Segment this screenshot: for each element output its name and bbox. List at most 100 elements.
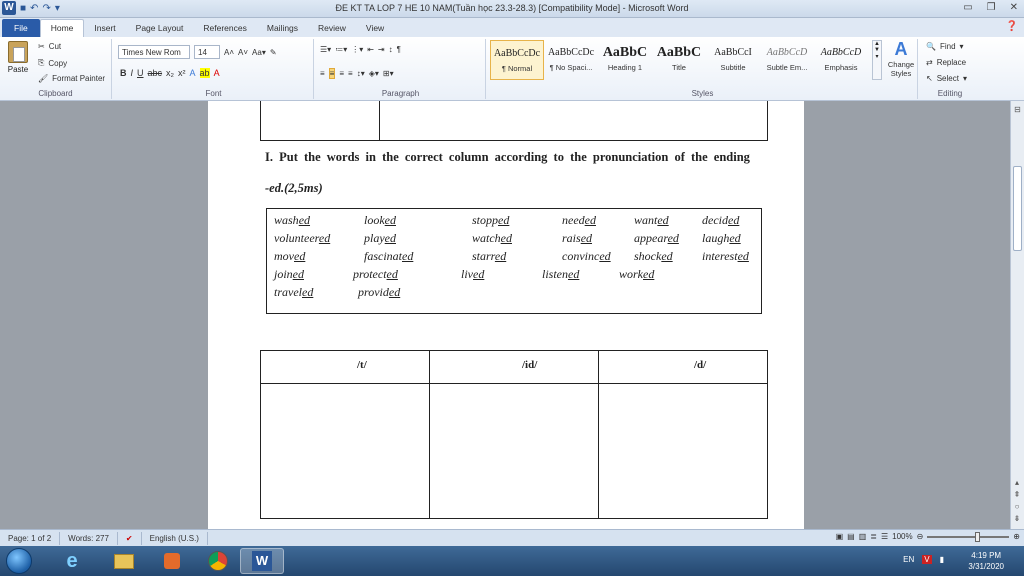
strikethrough-icon[interactable]: abc: [148, 68, 163, 78]
spelling-icon[interactable]: ✔: [118, 531, 142, 545]
zoom-out-icon[interactable]: ⊖: [917, 532, 924, 541]
align-center-icon[interactable]: ≡: [328, 68, 336, 79]
tab-file[interactable]: File: [2, 19, 40, 37]
shrink-font-icon[interactable]: A˅: [238, 48, 248, 57]
underline-icon[interactable]: U: [137, 68, 144, 78]
change-styles-button[interactable]: A Change Styles: [884, 39, 918, 78]
network-icon[interactable]: ▮: [940, 555, 944, 564]
zoom-slider-knob[interactable]: [975, 531, 981, 542]
sort-icon[interactable]: ↕: [389, 45, 393, 54]
select-button[interactable]: ↖ Select ▾: [926, 74, 967, 83]
chrome-icon[interactable]: [196, 548, 240, 574]
tab-home[interactable]: Home: [39, 19, 85, 37]
style-normal[interactable]: AaBbCcDc ¶ Normal: [490, 40, 544, 80]
numbering-icon[interactable]: ≔▾: [335, 45, 347, 54]
document-page[interactable]: I. Put the words in the correct column a…: [208, 101, 804, 529]
t-column-cell[interactable]: [261, 385, 429, 518]
format-painter-label: Format Painter: [52, 74, 106, 83]
find-button[interactable]: 🔍 Find ▾: [926, 42, 964, 51]
zoom-slider[interactable]: [927, 531, 1010, 542]
zoom-level[interactable]: 100%: [892, 532, 912, 541]
align-right-icon[interactable]: ≡: [339, 69, 344, 78]
tab-view[interactable]: View: [356, 20, 394, 37]
bold-icon[interactable]: B: [120, 68, 127, 78]
change-case-icon[interactable]: Aa▾: [252, 48, 266, 57]
style-no-spacing[interactable]: AaBbCcDc ¶ No Spaci...: [544, 40, 598, 80]
tab-page-layout[interactable]: Page Layout: [126, 20, 194, 37]
view-draft-icon[interactable]: ☰: [881, 532, 888, 541]
scroll-up-icon[interactable]: ▴: [1012, 477, 1022, 489]
tab-references[interactable]: References: [193, 20, 256, 37]
internet-explorer-icon[interactable]: e: [50, 548, 94, 574]
superscript-icon[interactable]: x²: [178, 68, 186, 78]
italic-icon[interactable]: I: [131, 68, 134, 78]
multilevel-list-icon[interactable]: ⋮▾: [351, 45, 363, 54]
font-size-combo[interactable]: 14: [194, 45, 220, 59]
vertical-scrollbar[interactable]: ⊟: [1010, 101, 1024, 529]
justify-icon[interactable]: ≡: [348, 69, 353, 78]
view-outline-icon[interactable]: ≣: [870, 532, 877, 541]
system-tray: EN V ▮: [903, 555, 944, 564]
styles-scroll[interactable]: ▲ ▼ ▾: [872, 40, 882, 80]
style-subtitle[interactable]: AaBbCcI Subtitle: [706, 40, 760, 80]
word-count[interactable]: Words: 277: [60, 531, 118, 545]
clear-formatting-icon[interactable]: ✎: [270, 48, 277, 57]
style-name: ¶ Normal: [501, 64, 533, 73]
view-print-layout-icon[interactable]: ▣: [836, 532, 844, 541]
style-subtle-emphasis[interactable]: AaBbCcD Subtle Em...: [760, 40, 814, 80]
prev-page-icon[interactable]: ⇞: [1012, 489, 1022, 501]
word-item: played: [364, 231, 396, 245]
word-item: lived: [461, 267, 485, 281]
line-spacing-icon[interactable]: ↕▾: [357, 69, 365, 78]
font-name-combo[interactable]: Times New Rom: [118, 45, 190, 59]
style-title[interactable]: AaBbC Title: [652, 40, 706, 80]
grow-font-icon[interactable]: A˄: [224, 48, 234, 57]
word-taskbar-icon[interactable]: W: [240, 548, 284, 574]
close-icon[interactable]: ✕: [1010, 2, 1018, 13]
page-count[interactable]: Page: 1 of 2: [0, 531, 61, 545]
font-color-icon[interactable]: A: [214, 68, 220, 78]
replace-button[interactable]: ⇄ Replace: [926, 58, 966, 67]
tab-mailings[interactable]: Mailings: [257, 20, 308, 37]
align-left-icon[interactable]: ≡: [320, 69, 325, 78]
style-sample: AaBbCcD: [820, 47, 862, 58]
scrollbar-thumb[interactable]: [1013, 166, 1022, 251]
shading-icon[interactable]: ◈▾: [369, 69, 379, 78]
language-indicator[interactable]: English (U.S.): [142, 531, 208, 545]
ruler-toggle-icon[interactable]: ⊟: [1011, 105, 1024, 114]
clock[interactable]: 4:19 PM 3/31/2020: [968, 550, 1004, 572]
tab-insert[interactable]: Insert: [84, 20, 125, 37]
subscript-icon[interactable]: x₂: [166, 68, 174, 78]
text-effects-icon[interactable]: A: [190, 68, 196, 78]
file-explorer-icon[interactable]: [102, 548, 146, 574]
restore-icon[interactable]: ❐: [987, 2, 996, 13]
increase-indent-icon[interactable]: ⇥: [378, 45, 385, 54]
show-marks-icon[interactable]: ¶: [397, 45, 401, 54]
id-column-cell[interactable]: [430, 385, 598, 518]
style-heading-1[interactable]: AaBbC Heading 1: [598, 40, 652, 80]
view-fullscreen-icon[interactable]: ▤: [847, 532, 855, 541]
help-icon[interactable]: ❓: [1006, 21, 1018, 32]
cut-button[interactable]: ✂ Cut: [38, 42, 61, 51]
word-box: washed looked stopped needed wanted deci…: [266, 208, 762, 314]
media-player-icon[interactable]: [150, 548, 194, 574]
start-button-icon[interactable]: [6, 548, 32, 574]
editing-group: 🔍 Find ▾ ⇄ Replace ↖ Select ▾ Editing: [920, 39, 980, 99]
borders-icon[interactable]: ⊞▾: [383, 69, 394, 78]
browse-object-icon[interactable]: ○: [1012, 501, 1022, 513]
antivirus-icon[interactable]: V: [922, 555, 932, 564]
d-column-cell[interactable]: [599, 385, 767, 518]
copy-button[interactable]: ⎘ Copy: [38, 58, 67, 68]
zoom-in-icon[interactable]: ⊕: [1013, 532, 1020, 541]
minimize-icon[interactable]: ▭: [963, 2, 972, 13]
paste-button[interactable]: Paste: [4, 41, 32, 74]
format-painter-button[interactable]: 🖌 Format Painter: [38, 74, 105, 83]
view-web-icon[interactable]: ▥: [859, 532, 867, 541]
style-emphasis[interactable]: AaBbCcD Emphasis: [814, 40, 868, 80]
tab-review[interactable]: Review: [308, 20, 356, 37]
language-indicator-tray[interactable]: EN: [903, 555, 914, 564]
decrease-indent-icon[interactable]: ⇤: [367, 45, 374, 54]
next-page-icon[interactable]: ⇟: [1012, 513, 1022, 525]
bullets-icon[interactable]: ☰▾: [320, 45, 331, 54]
highlight-icon[interactable]: ab: [199, 68, 210, 78]
